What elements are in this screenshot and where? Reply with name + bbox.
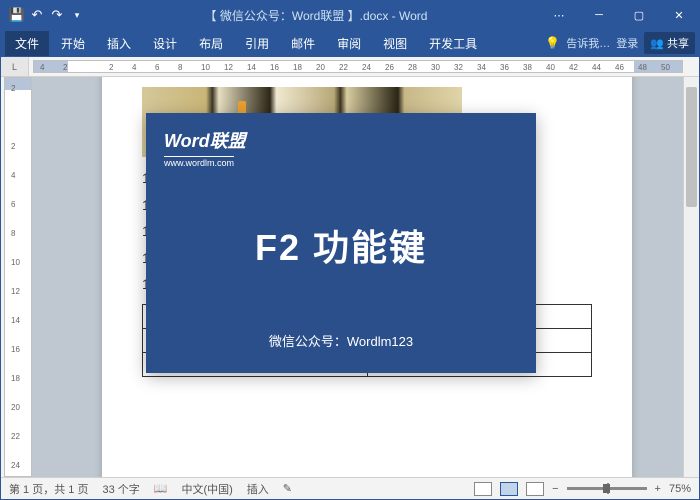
zoom-in-button[interactable]: + <box>655 483 661 495</box>
proofing-icon[interactable]: 📖 <box>154 482 168 495</box>
vertical-ruler[interactable]: 224681012141618202224 <box>4 77 32 477</box>
overlay-splash: Word联盟 www.wordlm.com F2 功能键 微信公众号：Wordl… <box>146 113 536 373</box>
share-button[interactable]: 👥共享 <box>644 32 695 54</box>
view-print-layout[interactable] <box>500 482 518 496</box>
maximize-button[interactable]: ▢ <box>619 1 659 29</box>
horizontal-ruler[interactable]: 4224681012141618202224262830323436384042… <box>33 60 683 73</box>
status-language[interactable]: 中文(中国) <box>181 481 232 497</box>
overlay-title: F2 功能键 <box>164 219 518 271</box>
tab-layout[interactable]: 布局 <box>189 31 233 56</box>
zoom-slider[interactable] <box>567 487 647 490</box>
status-page[interactable]: 第 1 页，共 1 页 <box>9 481 88 497</box>
qat-dropdown-icon[interactable]: ▾ <box>69 7 85 23</box>
share-icon: 👥 <box>650 37 664 50</box>
quick-access-toolbar: 💾 ↶ ↷ ▾ <box>1 7 93 23</box>
view-read-mode[interactable] <box>474 482 492 496</box>
tab-review[interactable]: 审阅 <box>327 31 371 56</box>
ribbon-options-icon[interactable]: ⋯ <box>539 1 579 29</box>
vertical-scrollbar[interactable] <box>683 77 699 477</box>
overlay-logo: Word联盟 <box>164 127 518 153</box>
tab-design[interactable]: 设计 <box>143 31 187 56</box>
window-title: 【 微信公众号：Word联盟 】.docx - Word <box>93 7 539 24</box>
undo-icon[interactable]: ↶ <box>29 7 45 23</box>
tab-file[interactable]: 文件 <box>5 31 49 56</box>
scrollbar-thumb[interactable] <box>686 87 697 207</box>
overlay-footer: 微信公众号：Wordlm123 <box>164 331 518 350</box>
tab-references[interactable]: 引用 <box>235 31 279 56</box>
status-word-count[interactable]: 33 个字 <box>102 481 139 497</box>
ribbon-tabs: 文件 开始 插入 设计 布局 引用 邮件 审阅 视图 开发工具 💡 告诉我… 登… <box>1 29 699 57</box>
title-bar: 💾 ↶ ↷ ▾ 【 微信公众号：Word联盟 】.docx - Word ⋯ ─… <box>1 1 699 29</box>
tell-me[interactable]: 告诉我… <box>566 35 610 51</box>
ruler-corner[interactable]: L <box>1 57 29 76</box>
zoom-slider-knob[interactable] <box>603 484 610 493</box>
save-icon[interactable]: 💾 <box>9 7 25 23</box>
view-web-layout[interactable] <box>526 482 544 496</box>
window-controls: ⋯ ─ ▢ ✕ <box>539 1 699 29</box>
status-bar: 第 1 页，共 1 页 33 个字 📖 中文(中国) 插入 ✎ − + 75% <box>1 477 699 499</box>
login-link[interactable]: 登录 <box>616 35 638 51</box>
tab-home[interactable]: 开始 <box>51 31 95 56</box>
status-insert-mode[interactable]: 插入 <box>247 481 269 497</box>
close-button[interactable]: ✕ <box>659 1 699 29</box>
tab-mailings[interactable]: 邮件 <box>281 31 325 56</box>
minimize-button[interactable]: ─ <box>579 1 619 29</box>
tab-insert[interactable]: 插入 <box>97 31 141 56</box>
zoom-out-button[interactable]: − <box>552 483 558 495</box>
share-label: 共享 <box>667 35 689 51</box>
zoom-level[interactable]: 75% <box>669 483 691 495</box>
tab-developer[interactable]: 开发工具 <box>419 31 487 56</box>
tab-view[interactable]: 视图 <box>373 31 417 56</box>
redo-icon[interactable]: ↷ <box>49 7 65 23</box>
ruler-area: L 42246810121416182022242628303234363840… <box>1 57 699 77</box>
tell-me-icon[interactable]: 💡 <box>545 36 560 50</box>
track-changes-icon[interactable]: ✎ <box>283 482 292 495</box>
overlay-logo-sub: www.wordlm.com <box>164 156 234 168</box>
